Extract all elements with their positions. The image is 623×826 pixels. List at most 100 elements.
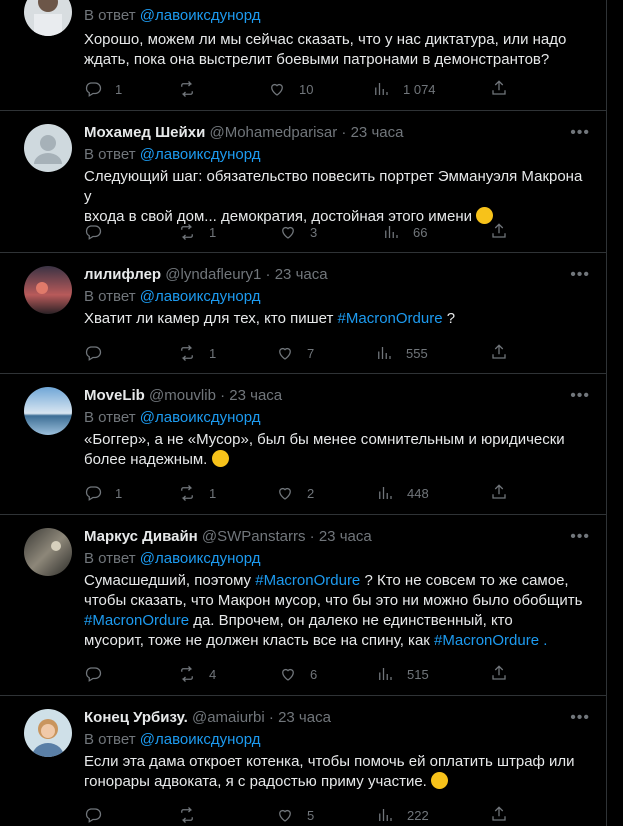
display-name[interactable]: MoveLib xyxy=(84,387,145,404)
handle[interactable]: @mouvlib xyxy=(149,387,216,404)
hashtag-link[interactable]: #MacronOrdure xyxy=(338,310,443,327)
display-name[interactable]: Конец Урбизу. xyxy=(84,709,188,726)
views-button[interactable]: 448 xyxy=(376,483,429,503)
tweet-actions: 1 7 555 xyxy=(84,343,514,363)
share-icon xyxy=(492,484,506,499)
timestamp[interactable]: 23 часа xyxy=(351,124,404,141)
hashtag-link[interactable]: #MacronOrdure xyxy=(434,632,539,649)
handle[interactable]: @Mohamedparisar xyxy=(209,124,337,141)
repost-button[interactable]: 1 xyxy=(178,483,216,503)
mention-link[interactable]: @лавоиксдунорд xyxy=(140,7,261,24)
display-name[interactable]: Мохамед Шейхи xyxy=(84,124,205,141)
tweet-header: лилифлер @lyndafleury1 · 23 часа ••• xyxy=(84,265,590,285)
repost-button[interactable]: 1 xyxy=(178,222,216,242)
more-icon[interactable]: ••• xyxy=(570,265,590,285)
repost-icon xyxy=(181,224,193,240)
avatar[interactable] xyxy=(24,0,72,36)
handle[interactable]: @SWPanstarrs xyxy=(202,528,306,545)
mention-link[interactable]: @лавоиксдунорд xyxy=(140,146,261,163)
like-button[interactable]: 7 xyxy=(276,343,314,363)
tweet[interactable]: MoveLib @mouvlib · 23 часа ••• В ответ @… xyxy=(0,374,606,515)
repost-icon xyxy=(181,485,193,501)
repost-button[interactable] xyxy=(178,79,209,99)
like-button[interactable]: 3 xyxy=(279,222,317,242)
reply-to: В ответ @лавоиксдунорд xyxy=(84,146,261,163)
avatar[interactable] xyxy=(24,709,72,757)
more-icon[interactable]: ••• xyxy=(570,386,590,406)
tweet-header: MoveLib @mouvlib · 23 часа ••• xyxy=(84,386,590,406)
views-button[interactable]: 222 xyxy=(376,805,429,825)
repost-button[interactable]: 1 xyxy=(178,343,216,363)
tweet[interactable]: Конец Урбизу. @amaiurbi · 23 часа ••• В … xyxy=(0,696,606,826)
reply-button[interactable]: 1 xyxy=(84,79,122,99)
tweet-text: Хорошо, можем ли мы сейчас сказать, что … xyxy=(84,31,567,68)
more-icon[interactable]: ••• xyxy=(570,708,590,728)
tweet-actions: 4 6 515 xyxy=(84,664,514,684)
views-button[interactable]: 555 xyxy=(375,343,428,363)
timestamp[interactable]: 23 часа xyxy=(229,387,282,404)
views-icon xyxy=(378,347,391,359)
hashtag-link[interactable]: #MacronOrdure xyxy=(255,572,360,589)
timestamp[interactable]: 23 часа xyxy=(319,528,372,545)
share-icon xyxy=(492,806,506,821)
mention-link[interactable]: @лавоиксдунорд xyxy=(140,409,261,426)
repost-button[interactable]: 4 xyxy=(178,664,216,684)
like-button[interactable]: 2 xyxy=(276,483,314,503)
handle[interactable]: @lyndafleury1 xyxy=(165,266,261,283)
views-button[interactable]: 1 074 xyxy=(372,79,436,99)
tweet-header: Мохамед Шейхи @Mohamedparisar · 23 часа … xyxy=(84,123,590,143)
more-icon[interactable]: ••• xyxy=(570,527,590,547)
reply-button[interactable] xyxy=(84,343,115,363)
tweet-text: Следующий шаг: обязательство повесить по… xyxy=(84,168,583,225)
share-icon xyxy=(492,223,506,238)
timestamp[interactable]: 23 часа xyxy=(278,709,331,726)
reply-button[interactable] xyxy=(84,805,115,825)
repost-icon xyxy=(181,807,193,823)
handle[interactable]: @amaiurbi xyxy=(192,709,265,726)
tweet-text: «Боггер», а не «Мусор», был бы менее сом… xyxy=(84,431,565,468)
hashtag-link[interactable]: #MacronOrdure xyxy=(84,612,189,629)
tweet[interactable]: Мохамед Шейхи @Mohamedparisar · 23 часа … xyxy=(0,111,606,253)
reply-button[interactable] xyxy=(84,222,115,242)
views-icon xyxy=(379,487,392,499)
tweet[interactable]: Маркус Дивайн @SWPanstarrs · 23 часа •••… xyxy=(0,515,606,696)
mention-link[interactable]: @лавоиксдунорд xyxy=(140,731,261,748)
share-button[interactable] xyxy=(490,79,508,102)
display-name[interactable]: лилифлер xyxy=(84,266,161,283)
reply-to: В ответ @лавоиксдунорд xyxy=(84,550,261,567)
views-icon xyxy=(379,668,392,680)
share-icon xyxy=(492,344,506,359)
like-button[interactable]: 5 xyxy=(276,805,314,825)
share-button[interactable] xyxy=(490,664,508,687)
reply-feed: В ответ @лавоиксдунорд Хорошо, можем ли … xyxy=(0,0,607,826)
share-button[interactable] xyxy=(490,222,508,245)
reply-icon xyxy=(85,346,102,361)
reply-icon xyxy=(85,82,102,97)
reply-button[interactable]: 1 xyxy=(84,483,122,503)
share-button[interactable] xyxy=(490,343,508,366)
mention-link[interactable]: @лавоиксдунорд xyxy=(140,550,261,567)
share-button[interactable] xyxy=(490,805,508,826)
timestamp[interactable]: 23 часа xyxy=(275,266,328,283)
tweet[interactable]: В ответ @лавоиксдунорд Хорошо, можем ли … xyxy=(0,0,606,111)
avatar[interactable] xyxy=(24,124,72,172)
reply-icon xyxy=(85,808,102,823)
share-button[interactable] xyxy=(490,483,508,506)
repost-button[interactable] xyxy=(178,805,209,825)
tweet[interactable]: лилифлер @lyndafleury1 · 23 часа ••• В о… xyxy=(0,253,606,374)
views-button[interactable]: 66 xyxy=(382,222,427,242)
more-icon[interactable]: ••• xyxy=(570,123,590,143)
scrollbar[interactable] xyxy=(608,0,623,826)
avatar[interactable] xyxy=(24,387,72,435)
like-button[interactable]: 10 xyxy=(268,79,313,99)
mention-link[interactable]: @лавоиксдунорд xyxy=(140,288,261,305)
avatar[interactable] xyxy=(24,528,72,576)
avatar[interactable] xyxy=(24,266,72,314)
reply-button[interactable] xyxy=(84,664,115,684)
views-icon xyxy=(385,226,398,238)
winking-emoji-icon xyxy=(211,450,229,467)
display-name[interactable]: Маркус Дивайн xyxy=(84,528,198,545)
like-button[interactable]: 6 xyxy=(279,664,317,684)
heart-icon xyxy=(271,83,283,96)
views-button[interactable]: 515 xyxy=(376,664,429,684)
